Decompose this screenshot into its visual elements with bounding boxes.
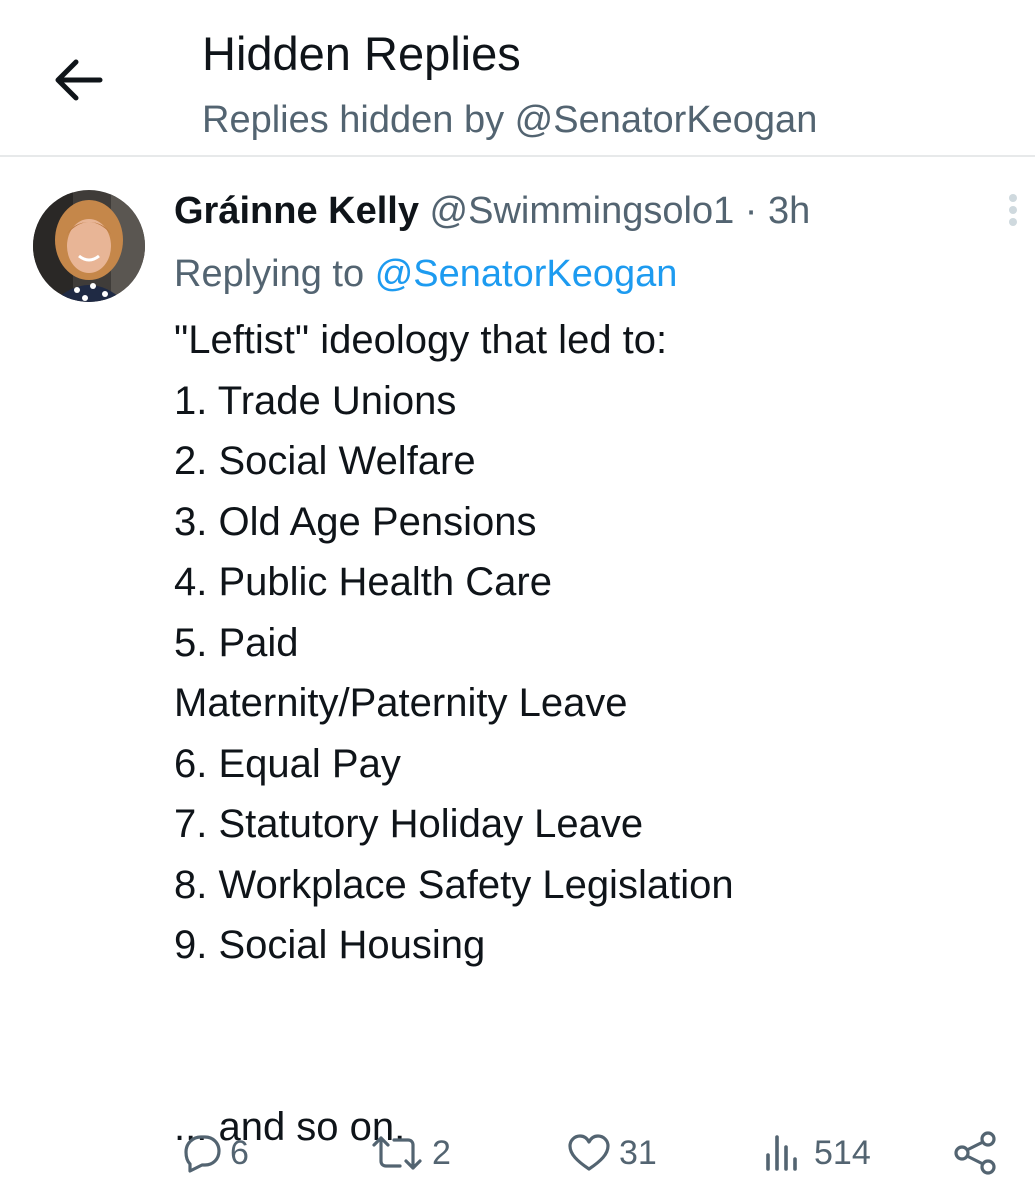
views-count: 514 xyxy=(814,1133,871,1172)
replying-to-line: Replying to @SenatorKeogan xyxy=(174,248,677,300)
replying-to-mention[interactable]: @SenatorKeogan xyxy=(375,253,678,295)
tweet-text: "Leftist" ideology that led to: 1. Trade… xyxy=(174,310,734,1157)
tweet-text-line: 2. Social Welfare xyxy=(174,439,476,483)
share-icon xyxy=(954,1131,996,1175)
tweet-time[interactable]: 3h xyxy=(768,190,810,232)
tweet-actions-bar: 6 2 31 514 xyxy=(0,1123,1035,1183)
heart-icon xyxy=(568,1134,610,1171)
tweet-text-line: 8. Workplace Safety Legislation xyxy=(174,862,734,907)
more-vertical-icon xyxy=(1009,194,1017,226)
views-bar-chart-icon xyxy=(766,1135,797,1171)
author-handle[interactable]: @Swimmingsolo1 xyxy=(430,190,735,232)
tweet-text-line: 3. Old Age Pensions xyxy=(174,499,537,544)
avatar-photo xyxy=(33,190,145,302)
views-button[interactable]: 514 xyxy=(762,1123,871,1183)
share-button[interactable] xyxy=(950,1123,1000,1183)
page-title: Hidden Replies xyxy=(202,27,521,80)
more-options-button[interactable] xyxy=(996,190,1030,230)
like-count: 31 xyxy=(619,1133,657,1172)
replying-to-label: Replying to xyxy=(174,253,365,295)
arrow-left-icon xyxy=(55,59,103,101)
retweet-icon xyxy=(372,1136,422,1170)
reply-icon xyxy=(184,1135,221,1173)
retweet-button[interactable]: 2 xyxy=(370,1123,451,1183)
tweet-text-line: 5. Paid xyxy=(174,620,299,665)
back-button[interactable] xyxy=(48,52,108,108)
retweet-count: 2 xyxy=(432,1133,451,1172)
tweet-text-line: "Leftist" ideology that led to: xyxy=(174,318,668,362)
tweet-text-line: 9. Social Housing xyxy=(174,923,486,967)
tweet-text-blank xyxy=(174,976,734,1097)
tweet-text-line: Maternity/Paternity Leave xyxy=(174,681,628,725)
tweet: Gráinne Kelly @Swimmingsolo1 · 3h Replyi… xyxy=(0,158,1035,1200)
reply-count: 6 xyxy=(230,1133,249,1172)
tweet-text-line: 1. Trade Unions xyxy=(174,378,457,423)
reply-button[interactable]: 6 xyxy=(178,1123,249,1183)
tweet-text-line: 6. Equal Pay xyxy=(174,741,401,786)
tweet-text-line: 7. Statutory Holiday Leave xyxy=(174,802,644,846)
tweet-text-line: 4. Public Health Care xyxy=(174,560,552,604)
like-button[interactable]: 31 xyxy=(567,1123,657,1183)
tweet-header: Gráinne Kelly @Swimmingsolo1 · 3h xyxy=(174,185,810,237)
page-subtitle: Replies hidden by @SenatorKeogan xyxy=(202,99,818,141)
header-bar: Hidden Replies Replies hidden by @Senato… xyxy=(0,0,1035,157)
separator-dot: · xyxy=(744,190,758,232)
avatar[interactable] xyxy=(33,190,145,302)
author-name[interactable]: Gráinne Kelly xyxy=(174,190,419,232)
